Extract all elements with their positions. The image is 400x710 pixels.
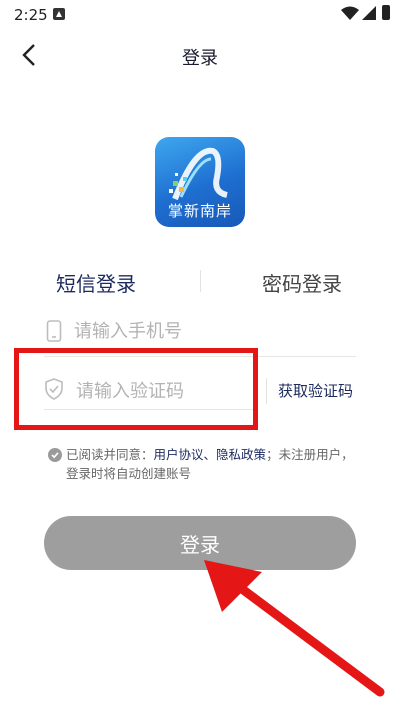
get-code-button[interactable]: 获取验证码 (278, 380, 353, 401)
tab-password-login[interactable]: 密码登录 (262, 268, 342, 297)
logo-text: 掌新南岸 (167, 202, 232, 220)
tab-sms-login[interactable]: 短信登录 (56, 268, 136, 297)
agreement-separator: 、 (203, 447, 217, 462)
code-separator (266, 378, 267, 404)
wifi-icon (341, 6, 359, 20)
agreement-text: 已阅读并同意：用户协议、隐私政策；未注册用户，登录时将自动创建账号 (66, 445, 362, 483)
phone-input[interactable] (74, 318, 344, 344)
phone-icon (46, 320, 62, 342)
app-logo: 掌新南岸 (155, 137, 245, 227)
signal-icon (362, 6, 376, 20)
agreement-checkbox[interactable] (48, 448, 62, 462)
agreement-prefix: 已阅读并同意： (66, 447, 154, 462)
status-time: 2:25 (14, 6, 48, 24)
page-title: 登录 (182, 48, 218, 69)
logo-swirl-icon (169, 147, 228, 201)
user-agreement-link[interactable]: 用户协议 (154, 447, 204, 462)
battery-icon (382, 5, 390, 20)
tab-divider (200, 270, 201, 292)
annotation-highlight-box (14, 348, 258, 430)
notification-icon (53, 8, 65, 20)
annotation-arrow (204, 560, 385, 697)
check-icon (51, 452, 59, 459)
privacy-policy-link[interactable]: 隐私政策 (216, 447, 266, 462)
